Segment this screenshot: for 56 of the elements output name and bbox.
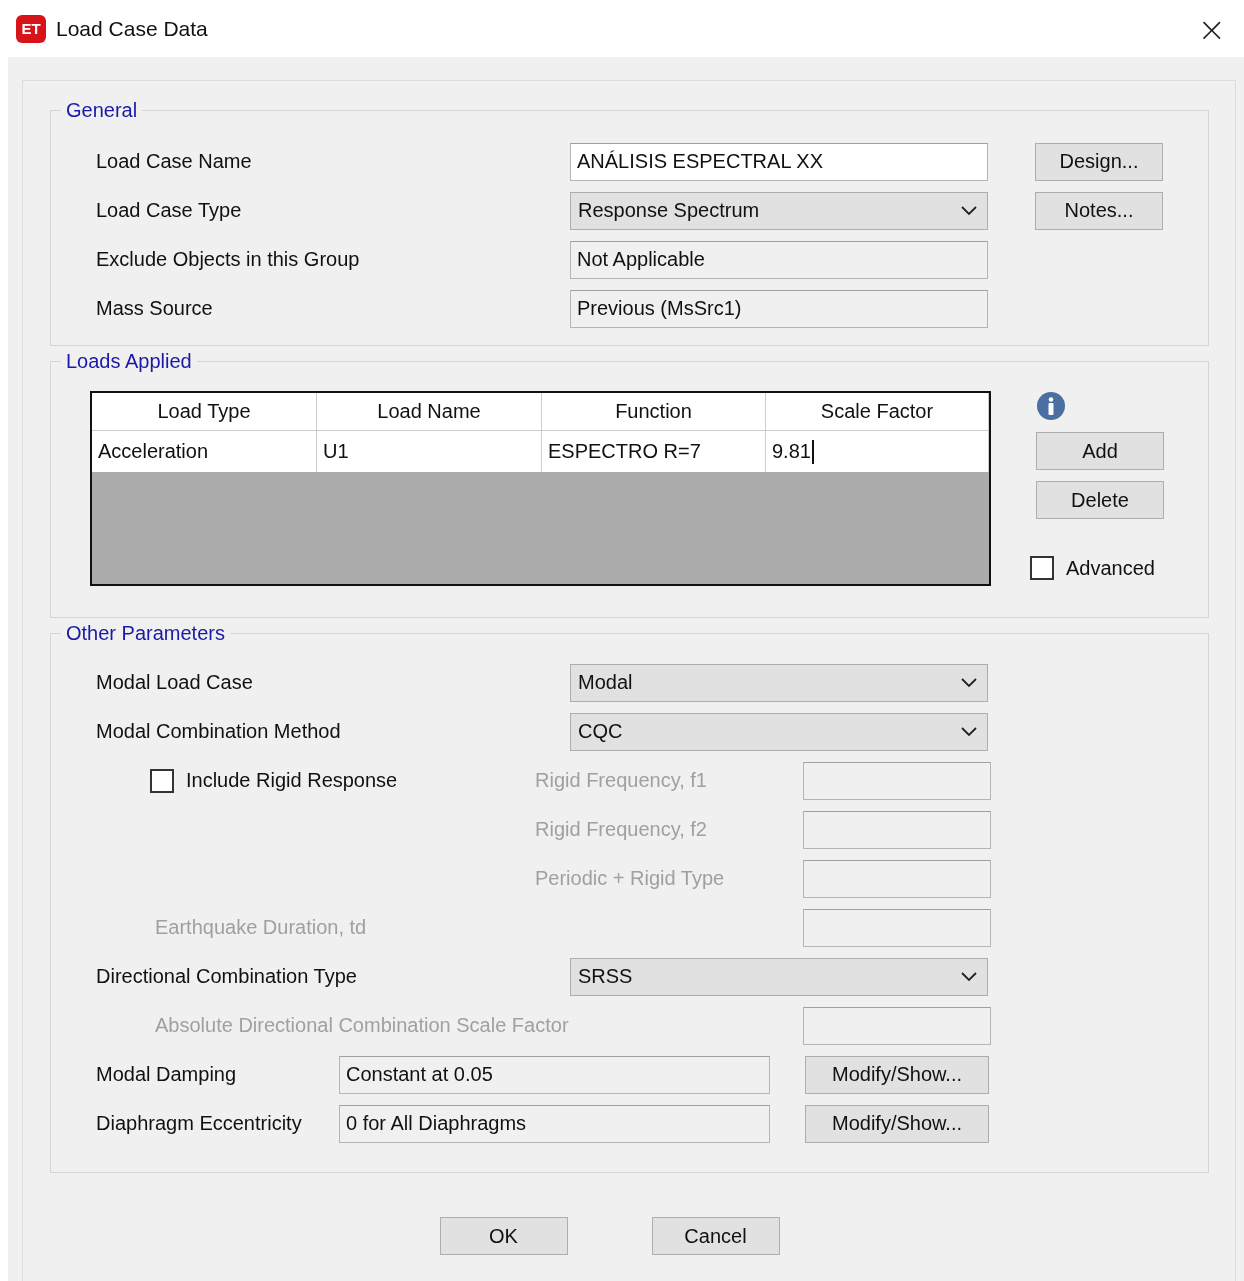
- chevron-down-icon: [961, 726, 977, 737]
- readonly-field: Previous (MsSrc1): [570, 289, 988, 328]
- window-title: Load Case Data: [56, 16, 209, 41]
- dialog-button[interactable]: OK: [439, 1217, 568, 1255]
- modify-show-button[interactable]: Modify/Show...: [805, 1104, 989, 1143]
- field-label: Modal Load Case: [96, 671, 254, 694]
- input-field[interactable]: [803, 810, 991, 849]
- field-label: Load Case Type: [96, 199, 243, 222]
- chevron-down-icon: [961, 677, 977, 688]
- field-label: Rigid Frequency, f2: [535, 818, 708, 841]
- input-field[interactable]: [803, 859, 991, 898]
- input-field[interactable]: [803, 761, 991, 800]
- table-cell[interactable]: Acceleration: [92, 431, 317, 472]
- field-label: Exclude Objects in this Group: [96, 248, 361, 271]
- field-label: Mass Source: [96, 297, 214, 320]
- readonly-field: Constant at 0.05: [339, 1055, 770, 1094]
- column-header: Load Type: [92, 393, 317, 430]
- field-label: Earthquake Duration, td: [155, 916, 368, 939]
- input-field[interactable]: [803, 908, 991, 947]
- column-header: Load Name: [317, 393, 542, 430]
- field-label: Load Case Name: [96, 150, 253, 173]
- dialog-button[interactable]: Delete: [1036, 481, 1164, 519]
- field-label: Diaphragm Eccentricity: [96, 1112, 303, 1135]
- dialog-button[interactable]: Notes...: [1035, 191, 1163, 230]
- field-label: Rigid Frequency, f1: [535, 769, 708, 792]
- table-cell[interactable]: ESPECTRO R=7: [542, 431, 766, 472]
- column-header: Scale Factor: [766, 393, 989, 430]
- dialog-button[interactable]: Add: [1036, 432, 1164, 470]
- table-cell[interactable]: 9.81: [766, 431, 989, 472]
- checkbox-label: Advanced: [1066, 556, 1155, 580]
- dialog-button[interactable]: Design...: [1035, 142, 1163, 181]
- dropdown[interactable]: Response Spectrum: [570, 191, 988, 230]
- dropdown[interactable]: Modal: [570, 663, 988, 702]
- dropdown[interactable]: SRSS: [570, 957, 988, 996]
- text-field[interactable]: ANÁLISIS ESPECTRAL XX: [570, 142, 988, 181]
- app-logo: ET: [16, 14, 46, 43]
- column-header: Function: [542, 393, 766, 430]
- chevron-down-icon: [961, 971, 977, 982]
- close-button[interactable]: ×: [1193, 11, 1230, 46]
- field-label: Modal Damping: [96, 1063, 238, 1086]
- modify-show-button[interactable]: Modify/Show...: [805, 1055, 989, 1094]
- info-icon: [1036, 391, 1066, 421]
- field-label: Modal Combination Method: [96, 720, 342, 743]
- field-label: Directional Combination Type: [96, 965, 358, 988]
- checkbox[interactable]: [1030, 556, 1054, 580]
- readonly-field: Not Applicable: [570, 240, 988, 279]
- text-cursor: [811, 439, 814, 464]
- dropdown[interactable]: CQC: [570, 712, 988, 751]
- table-cell[interactable]: U1: [317, 431, 542, 472]
- chevron-down-icon: [961, 205, 977, 216]
- checkbox-label: Include Rigid Response: [186, 769, 398, 792]
- field-label: Absolute Directional Combination Scale Factor: [155, 1014, 570, 1037]
- dialog-button[interactable]: Cancel: [651, 1217, 780, 1255]
- field-label: Periodic + Rigid Type: [535, 867, 726, 890]
- input-field[interactable]: [803, 1006, 991, 1045]
- readonly-field: 0 for All Diaphragms: [339, 1104, 770, 1143]
